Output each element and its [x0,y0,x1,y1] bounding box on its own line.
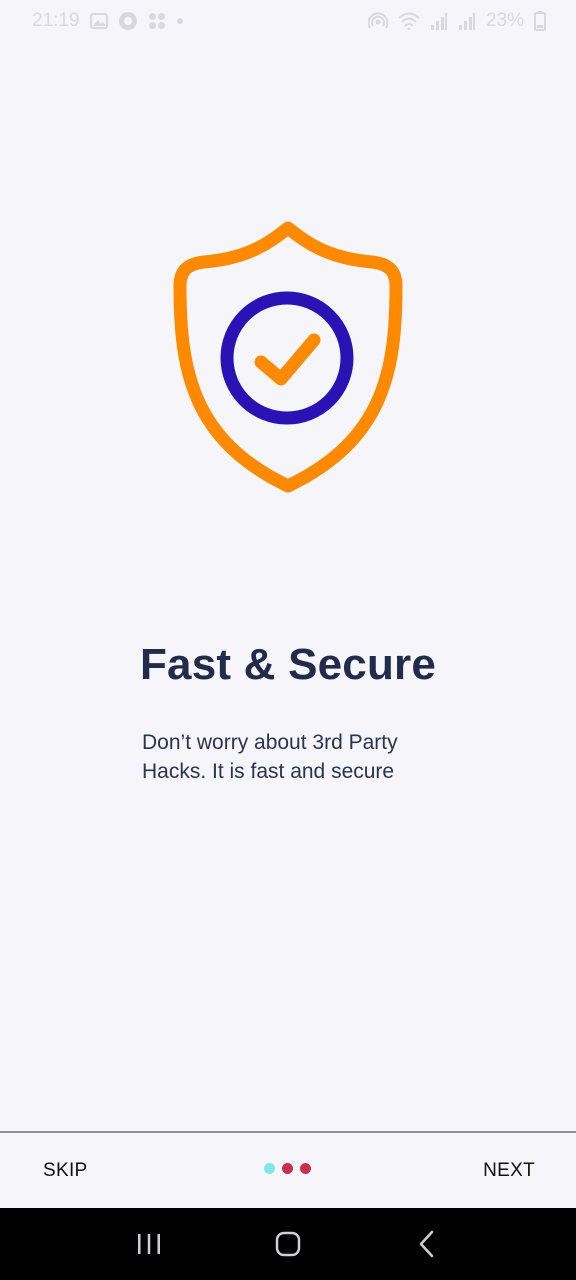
hotspot-icon [367,12,388,30]
recents-button[interactable] [119,1214,179,1274]
home-icon [275,1231,301,1257]
battery-percent: 23% [485,10,524,31]
next-button[interactable]: NEXT [483,1160,535,1182]
subtitle-line-2: Hacks. It is fast and secure [142,760,395,783]
page-indicator [264,1163,311,1174]
recents-icon [136,1232,162,1256]
page-dot[interactable] [282,1163,293,1174]
circle-dot-icon [118,11,138,31]
home-button[interactable] [258,1214,318,1274]
status-time: 21:19 [32,10,80,31]
shield-check-icon [170,220,406,494]
battery-icon [534,11,546,31]
dot-icon [176,17,184,25]
signal-icon [430,12,448,30]
page-title: Fast & Secure [139,640,437,689]
footer-divider [0,1131,576,1133]
wifi-icon [398,12,420,30]
system-nav-bar [0,1208,576,1280]
page-dot-active[interactable] [264,1163,275,1174]
back-button[interactable] [397,1214,457,1274]
subtitle-line-1: Don’t worry about 3rd Party [142,731,398,754]
page-dot[interactable] [300,1163,311,1174]
status-bar: 21:19 23% [0,0,576,42]
onboarding-screen: 21:19 23% Fast & Secure Don’t worry abou… [0,0,576,1280]
page-subtitle: Don’t worry about 3rd Party Hacks. It is… [142,728,462,786]
back-icon [418,1230,436,1258]
signal-icon [458,12,476,30]
image-icon [89,13,108,29]
skip-button[interactable]: SKIP [43,1160,88,1182]
grid-icon [148,12,166,30]
status-left: 21:19 [32,10,184,32]
status-right: 23% [367,10,546,32]
